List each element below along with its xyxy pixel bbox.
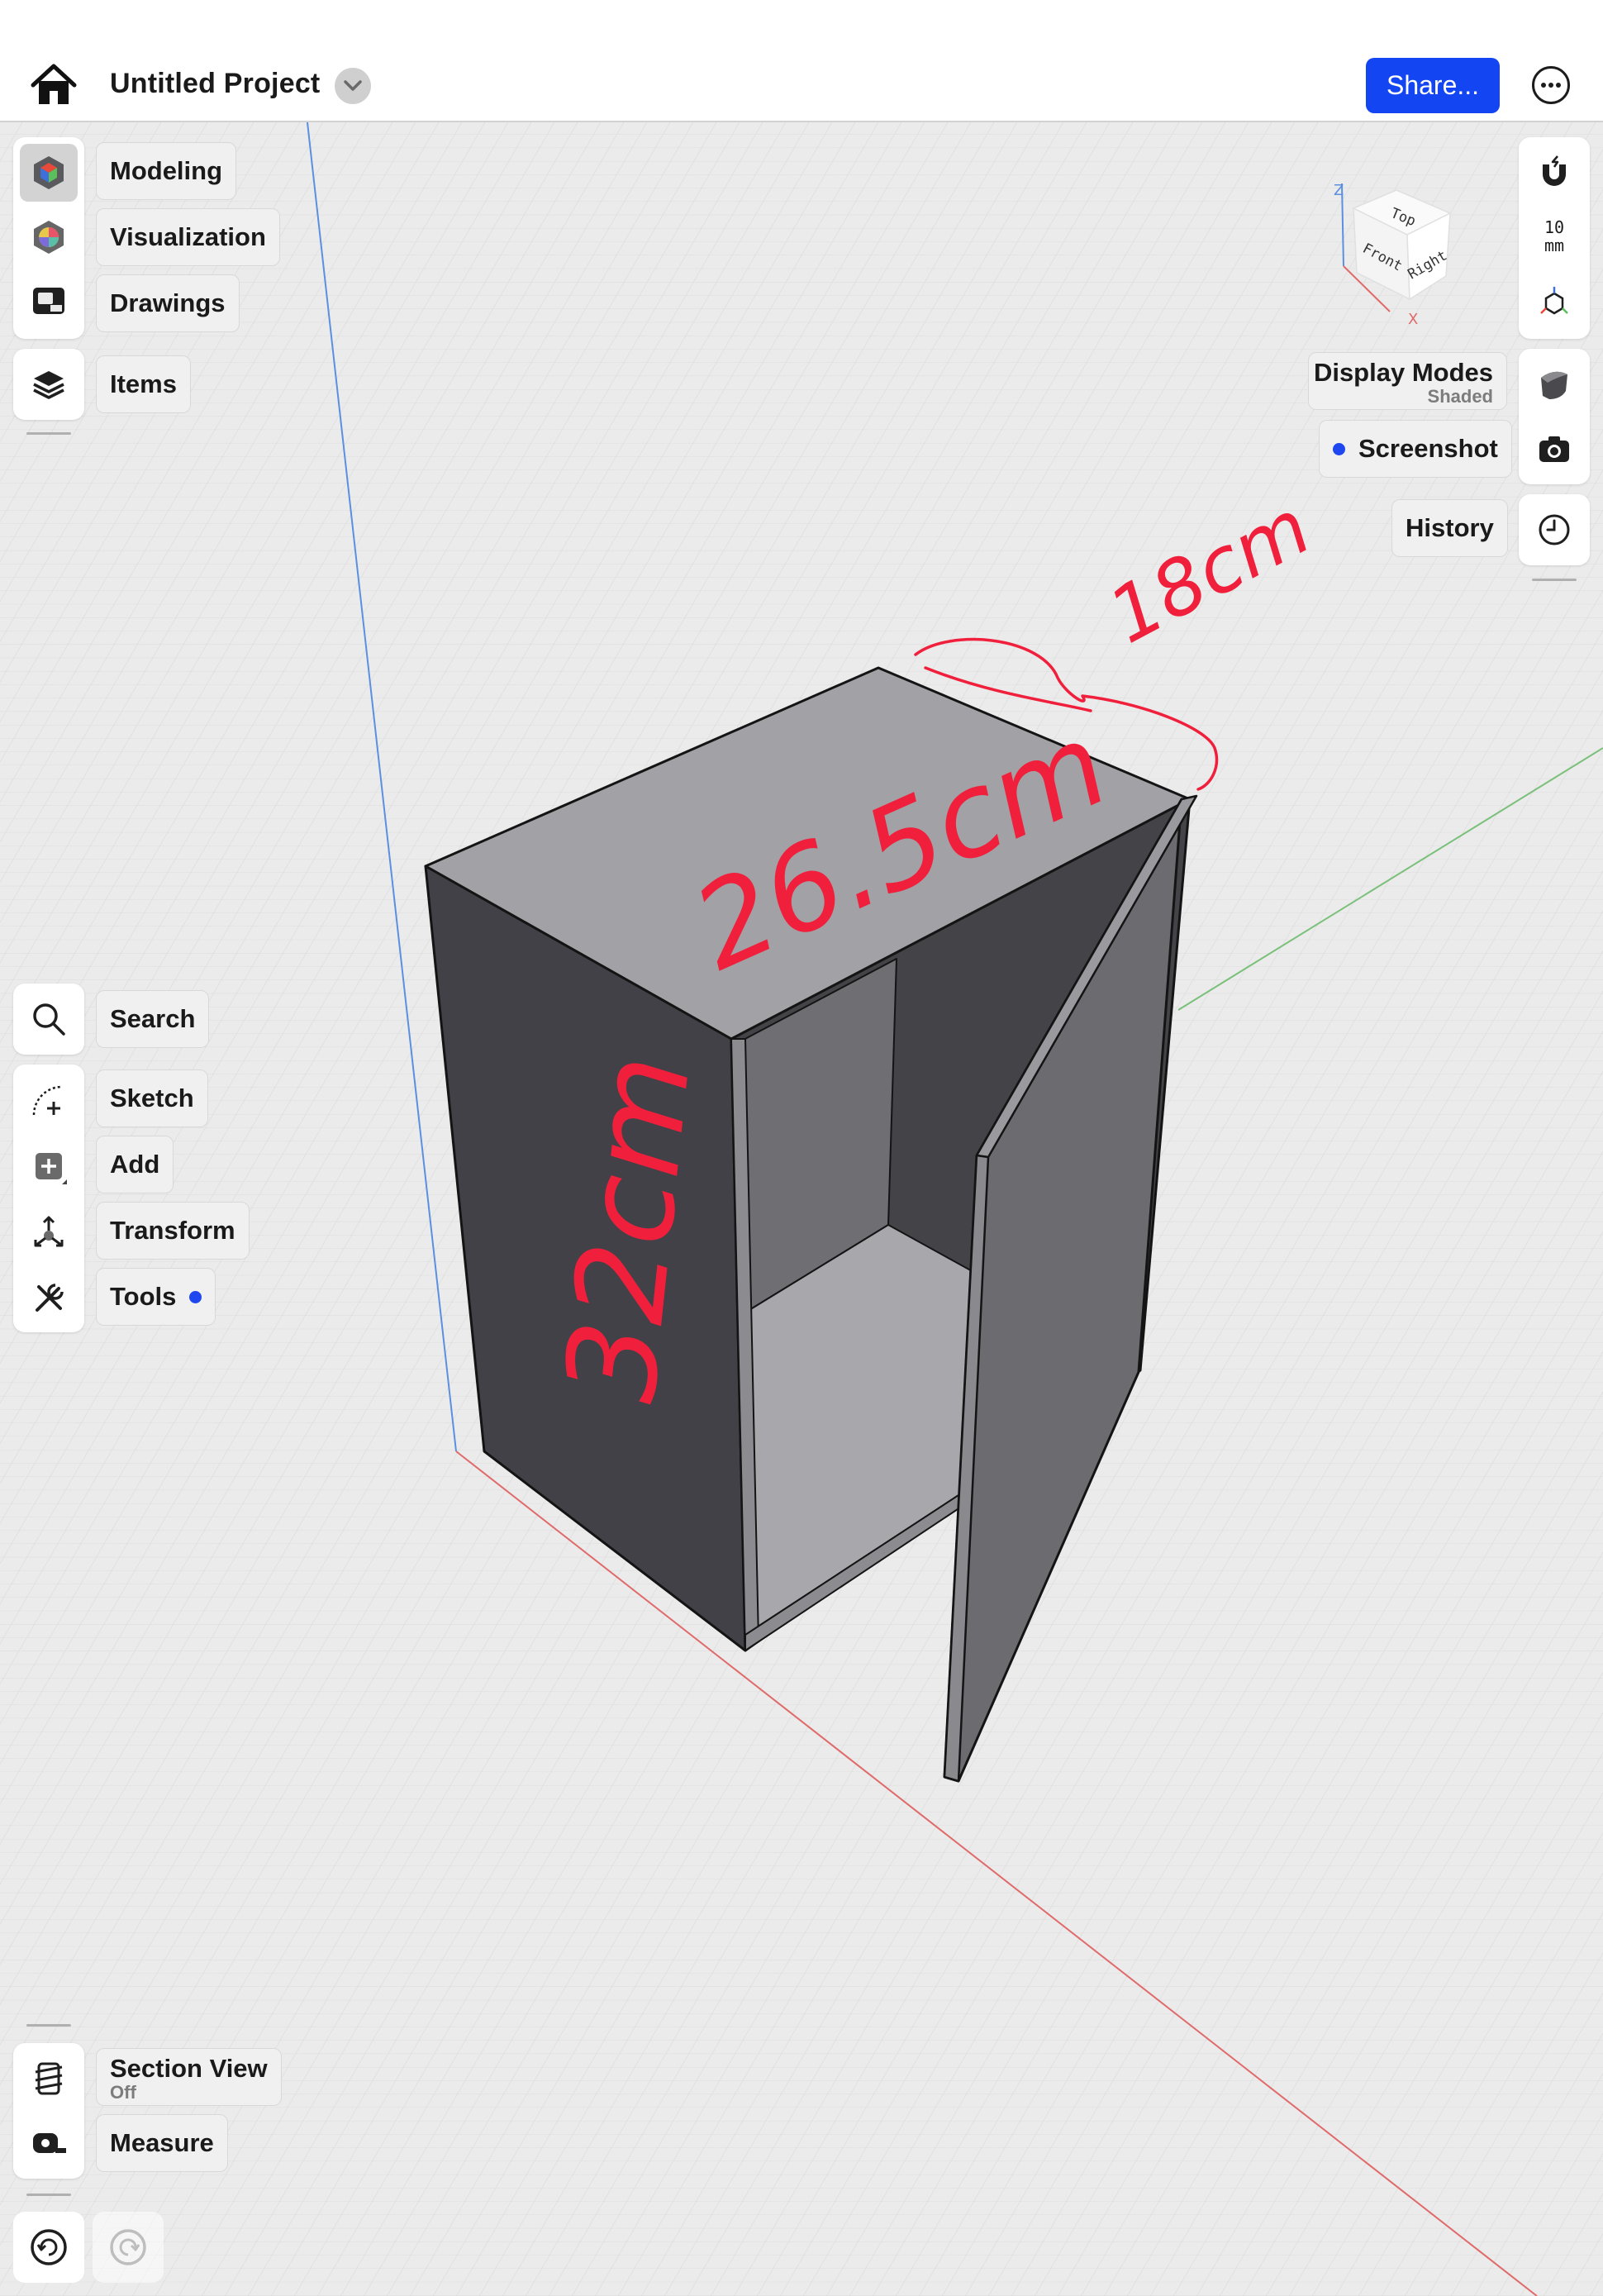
axis-x-label: X bbox=[1408, 311, 1418, 328]
tools-pill[interactable]: Tools bbox=[96, 1268, 216, 1326]
shaded-shape-icon bbox=[1541, 371, 1567, 399]
history-label[interactable]: History bbox=[1391, 499, 1508, 557]
tools-label: Tools bbox=[110, 1282, 177, 1311]
drawings-label[interactable]: Drawings bbox=[96, 274, 240, 332]
screenshot-pill[interactable]: Screenshot bbox=[1319, 420, 1512, 478]
redo-button[interactable] bbox=[93, 2212, 164, 2283]
chevron-down-icon bbox=[344, 80, 362, 91]
coordinate-system-button[interactable] bbox=[1525, 273, 1583, 331]
share-button[interactable]: Share... bbox=[1366, 58, 1500, 113]
tape-measure-icon bbox=[33, 2133, 66, 2153]
undo-icon bbox=[31, 2229, 67, 2265]
analysis-toolbar bbox=[13, 2043, 84, 2179]
visualization-label[interactable]: Visualization bbox=[96, 208, 280, 266]
cube-icon bbox=[34, 156, 64, 189]
snap-toolbar: 10 mm bbox=[1519, 137, 1590, 339]
transform-button[interactable] bbox=[20, 1203, 78, 1261]
home-icon[interactable] bbox=[30, 63, 78, 107]
right-separator bbox=[1532, 579, 1577, 581]
visualization-button[interactable] bbox=[20, 208, 78, 266]
more-options-button[interactable] bbox=[1532, 66, 1570, 104]
section-view-label: Section View bbox=[110, 2054, 268, 2083]
measure-button[interactable] bbox=[20, 2114, 78, 2172]
left-separator-undo bbox=[26, 2194, 71, 2196]
display-modes-label: Display Modes bbox=[1313, 358, 1493, 387]
search-button[interactable] bbox=[20, 990, 78, 1048]
drawings-button[interactable] bbox=[20, 273, 78, 331]
add-button[interactable] bbox=[20, 1137, 78, 1195]
items-label[interactable]: Items bbox=[96, 355, 191, 413]
section-view-button[interactable] bbox=[20, 2050, 78, 2108]
history-toolbar bbox=[1519, 494, 1590, 565]
history-button[interactable] bbox=[1525, 501, 1583, 559]
search-icon bbox=[33, 1003, 65, 1036]
left-separator-top bbox=[26, 432, 71, 435]
transform-label[interactable]: Transform bbox=[96, 1202, 250, 1260]
drawing-sheet-icon bbox=[33, 288, 64, 314]
add-box-icon bbox=[36, 1153, 67, 1184]
grid-step-value: 10 bbox=[1544, 217, 1565, 237]
section-view-pill[interactable]: Section View Off bbox=[96, 2048, 282, 2106]
measure-label[interactable]: Measure bbox=[96, 2114, 228, 2172]
modeling-label[interactable]: Modeling bbox=[96, 142, 237, 200]
view-cube[interactable]: Z X Top Front Right bbox=[1322, 175, 1463, 332]
grid-step-unit: mm bbox=[1544, 236, 1565, 255]
items-button[interactable] bbox=[20, 355, 78, 413]
display-modes-button[interactable] bbox=[1525, 355, 1583, 413]
sketch-label[interactable]: Sketch bbox=[96, 1069, 208, 1127]
search-toolbar bbox=[13, 984, 84, 1055]
add-label[interactable]: Add bbox=[96, 1136, 174, 1193]
tools-notification-dot bbox=[189, 1290, 202, 1303]
view-cube-graphic: Z X Top Front Right bbox=[1334, 182, 1452, 328]
redo-icon bbox=[110, 2229, 146, 2265]
workspace-toolbar bbox=[13, 137, 84, 339]
section-plane-icon bbox=[35, 2062, 63, 2095]
screenshot-label: Screenshot bbox=[1358, 434, 1498, 463]
create-toolbar bbox=[13, 1065, 84, 1332]
transform-axes-icon bbox=[34, 1216, 64, 1247]
search-label[interactable]: Search bbox=[96, 990, 210, 1048]
sketch-button[interactable] bbox=[20, 1071, 78, 1129]
tools-button[interactable] bbox=[20, 1269, 78, 1327]
camera-icon bbox=[1539, 436, 1569, 462]
layers-icon bbox=[33, 371, 64, 399]
section-view-state: Off bbox=[110, 2082, 136, 2103]
sketch-arc-icon bbox=[32, 1085, 63, 1116]
axis-cube-icon bbox=[1540, 287, 1568, 315]
clock-icon bbox=[1539, 514, 1570, 545]
color-wheel-icon bbox=[34, 221, 64, 254]
grid-step-readout[interactable]: 10 mm bbox=[1519, 218, 1590, 260]
screenshot-status-dot bbox=[1333, 442, 1345, 455]
modeling-button[interactable] bbox=[20, 144, 78, 202]
project-title[interactable]: Untitled Project bbox=[110, 68, 320, 100]
snapping-button[interactable] bbox=[1525, 144, 1583, 202]
display-modes-pill[interactable]: Display Modes Shaded bbox=[1308, 352, 1507, 410]
wrench-screwdriver-icon bbox=[36, 1284, 64, 1312]
items-toolbar bbox=[13, 349, 84, 420]
project-menu-button[interactable] bbox=[335, 68, 371, 104]
axis-z-label: Z bbox=[1334, 182, 1344, 199]
magnet-icon bbox=[1543, 155, 1566, 186]
left-separator-bottom bbox=[26, 2024, 71, 2027]
display-modes-state: Shaded bbox=[1427, 386, 1493, 407]
screenshot-button[interactable] bbox=[1525, 420, 1583, 478]
undo-button[interactable] bbox=[13, 2212, 84, 2283]
top-bar: Untitled Project Share... bbox=[0, 0, 1603, 122]
display-toolbar bbox=[1519, 349, 1590, 484]
